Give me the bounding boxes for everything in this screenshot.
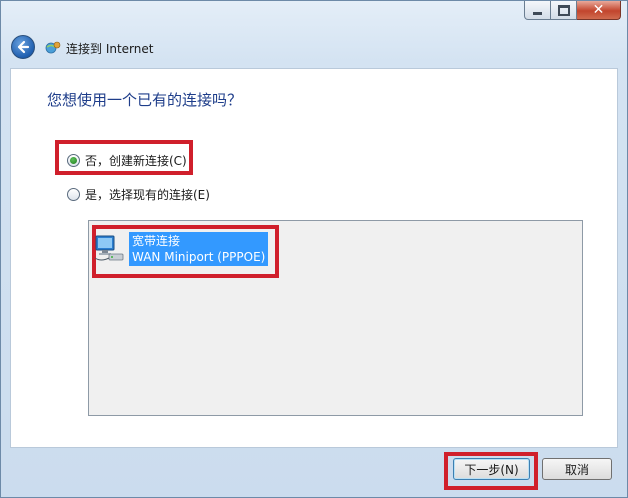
- radio-label: 是，选择现有的连接(E): [85, 188, 210, 202]
- list-item-broadband-connection[interactable]: 宽带连接 WAN Miniport (PPPOE): [93, 232, 269, 266]
- connections-listbox[interactable]: 宽带连接 WAN Miniport (PPPOE): [88, 220, 583, 416]
- back-button[interactable]: [11, 35, 35, 59]
- page-heading: 您想使用一个已有的连接吗？: [47, 91, 243, 109]
- internet-connection-icon: [45, 41, 61, 54]
- connection-label: 宽带连接 WAN Miniport (PPPOE): [129, 232, 269, 266]
- content-panel: 您想使用一个已有的连接吗？ 否，创建新连接(C) 是，选择现有的连接(E) 宽带…: [10, 68, 618, 448]
- back-arrow-icon: [17, 40, 30, 54]
- radio-label: 否，创建新连接(C): [85, 154, 187, 168]
- dialog-window: ✕ 连接到 Internet 您想使用一个已有的连接吗？ 否，创建新连接(C) …: [0, 0, 628, 498]
- close-button[interactable]: ✕: [577, 1, 621, 20]
- close-icon: ✕: [592, 2, 605, 18]
- radio-button[interactable]: [67, 154, 80, 167]
- connection-device: WAN Miniport (PPPOE): [132, 250, 266, 264]
- radio-create-new-connection[interactable]: 否，创建新连接(C): [67, 152, 187, 169]
- caption-buttons: ✕: [524, 1, 621, 20]
- connection-name: 宽带连接: [132, 234, 181, 248]
- next-button[interactable]: 下一步(N): [453, 458, 530, 480]
- network-computer-icon: [94, 235, 124, 261]
- maximize-button[interactable]: [551, 1, 577, 20]
- window-title: 连接到 Internet: [66, 42, 154, 56]
- minimize-icon: [533, 11, 542, 15]
- radio-button[interactable]: [67, 188, 80, 201]
- maximize-icon: [557, 4, 570, 16]
- radio-use-existing-connection[interactable]: 是，选择现有的连接(E): [67, 186, 210, 203]
- cancel-button[interactable]: 取消: [542, 458, 612, 480]
- minimize-button[interactable]: [524, 1, 551, 20]
